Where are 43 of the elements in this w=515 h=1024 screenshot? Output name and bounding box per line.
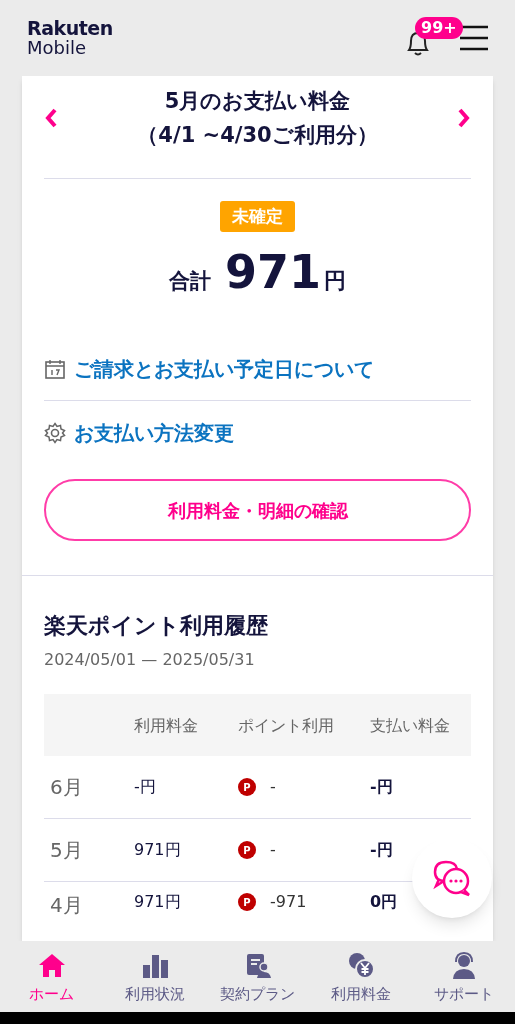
- date-range: 2024/05/01 — 2025/05/31: [44, 649, 256, 671]
- menu-icon[interactable]: [459, 25, 489, 51]
- gear-icon: [44, 422, 66, 444]
- link[interactable]: お支払い方法変更: [74, 418, 234, 448]
- point-icon: P: [238, 778, 256, 796]
- billing-period: （4/1 ~4/30ご利用分）: [137, 122, 378, 149]
- table-cell-text: 0円: [370, 891, 399, 913]
- logo-text: Rakuten: [27, 18, 113, 38]
- column-header: ポイント利用: [238, 714, 335, 737]
- table-cell-text: -円: [370, 776, 394, 798]
- nav-tab[interactable]: ホーム: [0, 950, 103, 1003]
- billing-details-button[interactable]: 利用料金・明細の確認: [44, 479, 471, 541]
- logo-text: Mobile: [27, 38, 88, 58]
- table-cell-text: -: [270, 776, 276, 798]
- currency-unit: 円: [324, 267, 346, 295]
- table-cell-text: -: [270, 839, 276, 861]
- column-header: 利用料金: [134, 714, 199, 737]
- table-cell-text: -円: [370, 839, 394, 861]
- chevron-right-icon[interactable]: [457, 107, 471, 129]
- link[interactable]: ご請求とお支払い予定日について: [74, 353, 374, 384]
- point-icon: P: [238, 841, 256, 859]
- nav-tab[interactable]: 利用状況: [103, 950, 206, 1003]
- table-cell-text: 971円: [134, 839, 182, 861]
- table-cell-text: 971円: [134, 891, 182, 913]
- table-cell-text: -971: [270, 891, 307, 913]
- calendar-icon: [44, 357, 66, 380]
- month-cell-text: 5月: [49, 837, 84, 864]
- column-header: 支払い料金: [370, 714, 451, 737]
- nav-tab[interactable]: 利用料金: [309, 950, 412, 1003]
- chat-bubbles-icon: [431, 859, 473, 897]
- status-badge: 未確定: [220, 201, 295, 232]
- table-cell-text: -円: [134, 776, 157, 798]
- chevron-left-icon[interactable]: [44, 107, 58, 129]
- nav-tab[interactable]: サポート: [412, 950, 515, 1003]
- month-cell-text: 4月: [49, 892, 84, 919]
- total-amount: 971: [225, 244, 321, 301]
- total-label: 合計: [169, 268, 211, 295]
- notification-badge: 99+: [415, 17, 463, 39]
- section-title: 楽天ポイント利用履歴: [44, 612, 269, 640]
- month-cell-text: 6月: [49, 774, 84, 801]
- point-icon: P: [238, 893, 256, 911]
- nav-tab[interactable]: 契約プラン: [206, 950, 309, 1003]
- billing-title: 5月のお支払い料金: [164, 88, 351, 115]
